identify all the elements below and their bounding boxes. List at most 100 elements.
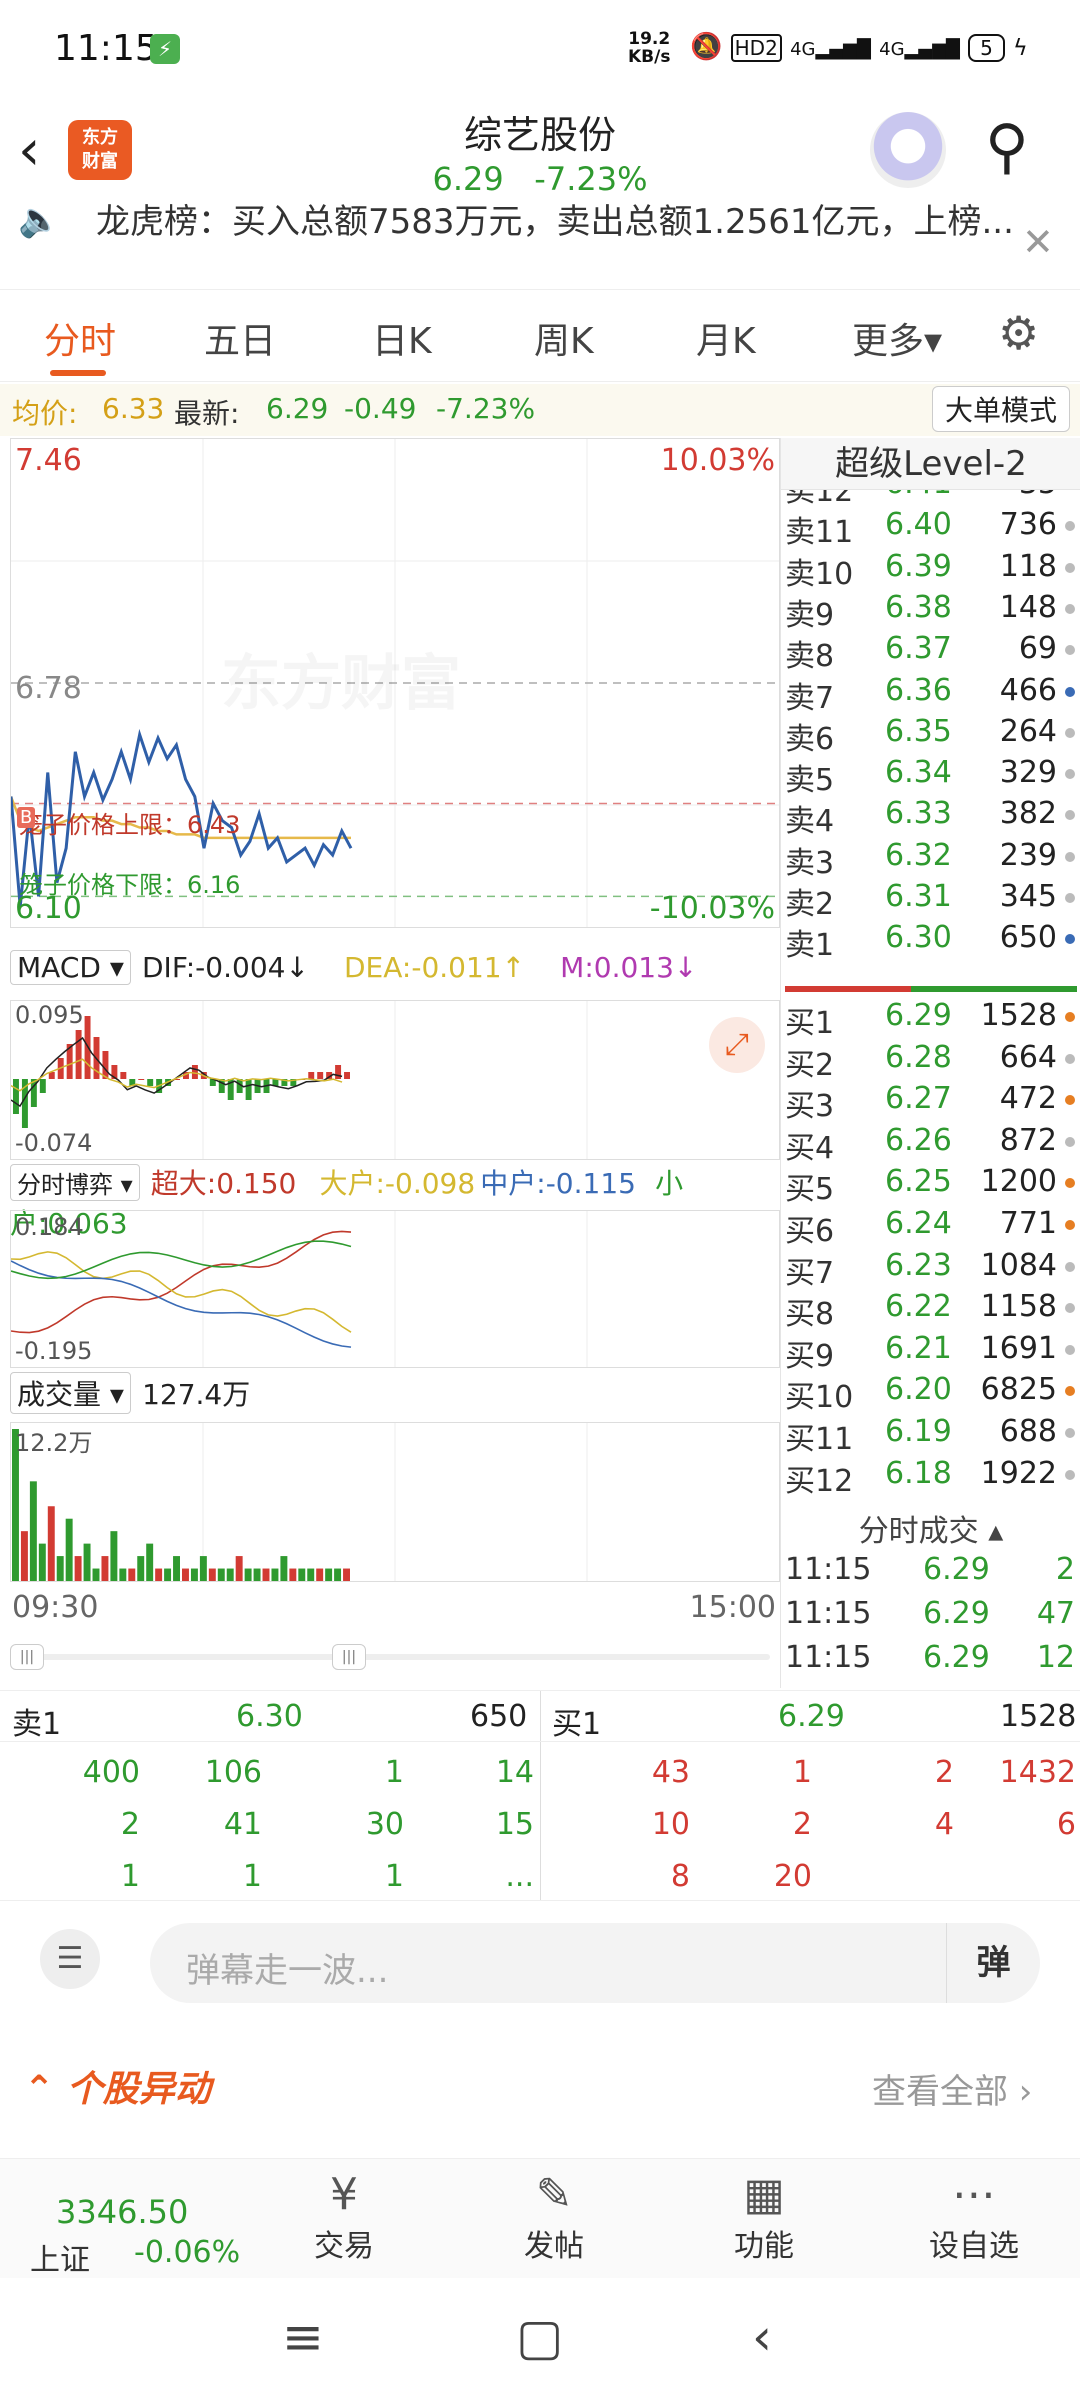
expand-icon[interactable]: ⤢ (709, 1017, 765, 1073)
nav-post[interactable]: ✎ 发帖 (484, 2169, 624, 2265)
bid-row[interactable]: 买5 6.25 1200 (781, 1164, 1080, 1207)
danmu-input[interactable]: 弹幕走一波... 弹 (150, 1923, 1040, 2003)
money-flow-chart[interactable]: 0.184 -0.195 (10, 1210, 780, 1368)
time-range-slider[interactable]: ||| ||| (10, 1644, 770, 1670)
nav-trade[interactable]: ¥ 交易 (274, 2169, 414, 2265)
search-icon[interactable]: ⚲ (985, 112, 1029, 182)
queue-bid-cell: 10 (651, 1807, 690, 1842)
flow-dropdown[interactable]: 分时博弈 ▾ (10, 1164, 140, 1201)
bid-volume: 872 (999, 1122, 1057, 1158)
tick-time: 11:15 (785, 1552, 872, 1587)
tab-more[interactable]: 更多▾ (852, 312, 942, 364)
ask-price: 6.34 (885, 755, 952, 791)
tick-volume: 12 (1036, 1640, 1075, 1675)
flow-bottom-label: -0.195 (15, 1337, 93, 1365)
macd-bar (308, 1072, 315, 1079)
ask-row[interactable]: 卖10 6.39 118 (781, 549, 1080, 592)
ask-row[interactable]: 卖7 6.36 466 (781, 673, 1080, 716)
nav-functions[interactable]: ▦ 功能 (694, 2169, 834, 2265)
bid-row[interactable]: 买9 6.21 1691 (781, 1331, 1080, 1374)
comment-list-icon[interactable]: ☰ (40, 1929, 100, 1989)
intraday-price-chart[interactable]: 7.46 10.03% 6.78 6.10 -10.03% 东方财富 笼子价格上… (10, 438, 780, 928)
tick-price: 6.29 (923, 1596, 990, 1631)
status-icons: 🔕 HD2 4G▂▄▆█ 4G▂▄▆█ 5 ϟ (690, 32, 1028, 62)
ask-level-label: 卖9 (785, 597, 835, 633)
bid-level-label: 买10 (785, 1380, 854, 1416)
ask-row[interactable]: 卖3 6.32 239 (781, 837, 1080, 881)
ask-row[interactable]: 卖4 6.33 382 (781, 796, 1080, 840)
assistant-robot-icon[interactable] (870, 112, 946, 188)
level2-title[interactable]: 超级Level-2 (781, 438, 1080, 490)
bid-row[interactable]: 买3 6.27 472 (781, 1081, 1080, 1124)
ask-level-label: 卖7 (785, 680, 835, 716)
flow-dropdown-label: 分时博弈 (17, 1171, 113, 1199)
order-dot (1065, 1344, 1075, 1355)
slider-right-handle[interactable]: ||| (332, 1644, 366, 1670)
tab-monthly-k[interactable]: 月K (696, 312, 756, 364)
network-speed: 19.2 KB/s (628, 30, 670, 66)
back-nav-icon[interactable]: ‹ (752, 2308, 772, 2366)
bid-volume: 771 (999, 1206, 1057, 1241)
macd-dropdown[interactable]: MACD ▾ (10, 950, 131, 985)
danmu-toggle-button[interactable]: 弹 (946, 1923, 1040, 2003)
ask-row[interactable]: 卖1 6.30 650 (781, 920, 1080, 963)
volume-bar (92, 1568, 100, 1581)
menu-icon[interactable]: ≡ (282, 2308, 324, 2366)
close-icon[interactable]: ✕ (1022, 220, 1054, 264)
notice-banner[interactable]: 🔈 龙虎榜：买入总额7583万元，卖出总额1.2561亿元，上榜... ✕ (0, 200, 1080, 290)
notice-text[interactable]: 龙虎榜：买入总额7583万元，卖出总额1.2561亿元，上榜... (96, 200, 1014, 243)
pct-bottom-label: -10.03% (649, 891, 775, 926)
ask-row[interactable]: 卖8 6.37 69 (781, 631, 1080, 674)
bid-level-label: 买7 (785, 1255, 835, 1291)
macd-dif: DIF:-0.004↓ (142, 951, 309, 984)
tick-trades-title[interactable]: 分时成交 ▴ (781, 1506, 1080, 1550)
tab-intraday[interactable]: 分时 (44, 312, 116, 364)
tab-daily-k[interactable]: 日K (372, 312, 432, 364)
bid-price: 6.28 (885, 1039, 952, 1075)
bid-volume: 6825 (980, 1372, 1057, 1408)
ask-level-label: 卖2 (785, 887, 835, 922)
home-icon[interactable]: ▢ (516, 2308, 563, 2366)
macd-chart[interactable]: 0.095 -0.074 ⤢ (10, 1000, 780, 1160)
nav-add-watchlist[interactable]: ⋯ 设自选 (904, 2169, 1044, 2265)
queue-bid-cell: 20 (773, 1859, 812, 1894)
volume-chart[interactable]: 12.2万 (10, 1422, 780, 1582)
bid-level-label: 买4 (785, 1130, 835, 1166)
bid-row[interactable]: 买4 6.26 872 (781, 1122, 1080, 1166)
gear-icon[interactable]: ⚙ (998, 306, 1039, 360)
bid-row[interactable]: 买2 6.28 664 (781, 1039, 1080, 1083)
queue-bid-cell: 8 (670, 1859, 690, 1894)
bid-row[interactable]: 买1 6.29 1528 (781, 998, 1080, 1041)
buy-marker[interactable]: B (17, 807, 36, 828)
ask-row[interactable]: 卖2 6.31 345 (781, 879, 1080, 922)
tab-weekly-k[interactable]: 周K (534, 312, 594, 364)
bid-row[interactable]: 买12 6.18 1922 (781, 1455, 1080, 1499)
ask-level-label: 卖4 (785, 804, 835, 840)
bid-row[interactable]: 买11 6.19 688 (781, 1414, 1080, 1457)
bid-row[interactable]: 买7 6.23 1084 (781, 1248, 1080, 1291)
index-ticker[interactable]: 3346.50 上证 -0.06% (0, 2159, 250, 2279)
bid-row[interactable]: 买10 6.20 6825 (781, 1372, 1080, 1416)
ask-row[interactable]: 卖9 6.38 148 (781, 590, 1080, 633)
volume-bar (155, 1568, 163, 1581)
macd-bar (317, 1072, 324, 1079)
bid-row[interactable]: 买6 6.24 771 (781, 1206, 1080, 1249)
slider-left-handle[interactable]: ||| (10, 1644, 44, 1670)
ask-price: 6.32 (885, 837, 952, 873)
bid-price: 6.18 (885, 1455, 952, 1491)
bid-row[interactable]: 买8 6.22 1158 (781, 1289, 1080, 1332)
volume-dropdown[interactable]: 成交量 ▾ (10, 1372, 131, 1414)
tab-five-day[interactable]: 五日 (204, 312, 276, 364)
view-all-link[interactable]: 查看全部 › (872, 2064, 1032, 2113)
ask-row[interactable]: 卖5 6.34 329 (781, 755, 1080, 798)
ask-row[interactable]: 卖11 6.40 736 (781, 507, 1080, 550)
bid-volume: 472 (999, 1081, 1057, 1117)
volume-bar (74, 1556, 82, 1581)
big-order-mode-button[interactable]: 大单模式 (932, 386, 1071, 432)
bid-level-label: 买1 (785, 1006, 835, 1041)
chevron-up-icon[interactable]: ⌃ (24, 2069, 67, 2110)
ask-row[interactable]: 卖126.4135 (781, 490, 1080, 509)
flow-super-line (11, 1230, 352, 1334)
ask-row[interactable]: 卖6 6.35 264 (781, 714, 1080, 757)
order-dot (1065, 1136, 1075, 1147)
